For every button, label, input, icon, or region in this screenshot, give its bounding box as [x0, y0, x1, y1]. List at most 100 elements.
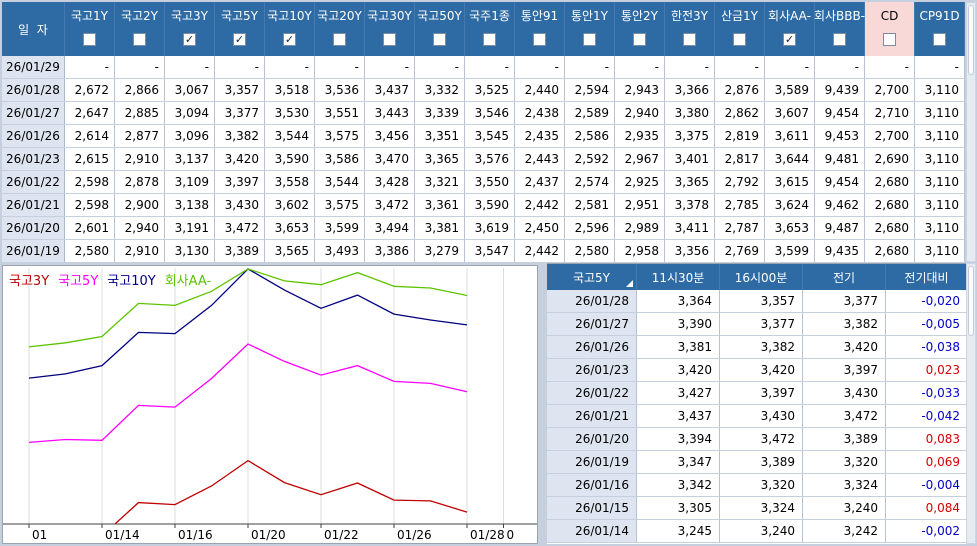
table-cell: 2,647 — [65, 102, 115, 124]
column-checkbox[interactable] — [933, 33, 946, 46]
table-row[interactable]: 26/01/21 3,437 3,430 3,472 -0,042 — [547, 405, 968, 428]
diff-cell: -0,004 — [886, 474, 968, 496]
column-checkbox[interactable] — [583, 33, 596, 46]
top-table-scrollbar-thumb[interactable] — [968, 5, 974, 75]
table-cell: 3,377 — [803, 290, 886, 312]
column-header-label: 통안1Y — [570, 9, 609, 23]
table-cell: 3,375 — [665, 125, 715, 147]
column-checkbox[interactable] — [433, 33, 446, 46]
diff-cell: -0,038 — [886, 336, 968, 358]
table-row[interactable]: 26/01/19 3,347 3,389 3,320 0,069 — [547, 451, 968, 474]
column-checkbox[interactable] — [483, 33, 496, 46]
table-cell: 3,590 — [265, 148, 315, 170]
table-cell: 3,365 — [665, 171, 715, 193]
column-header-label: 국고3Y — [170, 9, 209, 23]
column-checkbox[interactable] — [883, 33, 896, 46]
table-row[interactable]: 26/01/26 2,614 2,877 3,096 3,382 3,544 3,575 3,… — [2, 125, 965, 148]
table-cell: 2,876 — [715, 79, 765, 101]
column-header-label: 국고10Y — [267, 9, 312, 23]
table-cell: 3,381 — [415, 217, 465, 239]
column-checkbox[interactable] — [633, 33, 646, 46]
table-cell: 3,357 — [215, 79, 265, 101]
row-date: 26/01/14 — [547, 520, 637, 542]
column-header-label: 회사BBB- — [813, 9, 866, 23]
table-row[interactable]: 26/01/15 3,305 3,324 3,240 0,084 — [547, 497, 968, 520]
table-cell: 2,878 — [115, 171, 165, 193]
column-header: 통안1Y — [565, 2, 615, 56]
table-row[interactable]: 26/01/27 3,390 3,377 3,382 -0,005 — [547, 313, 968, 336]
table-cell: 2,435 — [515, 125, 565, 147]
table-cell: 2,910 — [115, 148, 165, 170]
table-cell: 3,377 — [720, 313, 803, 335]
column-checkbox[interactable] — [683, 33, 696, 46]
table-row[interactable]: 26/01/27 2,647 2,885 3,094 3,377 3,530 3,551 3,… — [2, 102, 965, 125]
column-checkbox[interactable] — [733, 33, 746, 46]
table-row[interactable]: 26/01/26 3,381 3,382 3,420 -0,038 — [547, 336, 968, 359]
diff-cell: -0,005 — [886, 313, 968, 335]
table-row[interactable]: 26/01/20 3,394 3,472 3,389 0,083 — [547, 428, 968, 451]
table-cell: 2,943 — [615, 79, 665, 101]
table-cell: 2,885 — [115, 102, 165, 124]
column-header-label: CP91D — [919, 9, 960, 23]
table-cell: 2,586 — [565, 125, 615, 147]
column-checkbox[interactable]: ✓ — [783, 33, 796, 46]
table-cell: 9,439 — [815, 79, 865, 101]
table-cell: 2,785 — [715, 194, 765, 216]
table-cell: 2,614 — [65, 125, 115, 147]
column-checkbox[interactable] — [833, 33, 846, 46]
column-checkbox[interactable] — [333, 33, 346, 46]
table-cell: 3,242 — [803, 520, 886, 542]
table-cell: 2,437 — [515, 171, 565, 193]
table-cell: - — [115, 56, 165, 78]
detail-table-scrollbar[interactable] — [966, 263, 976, 544]
table-row[interactable]: 26/01/28 3,364 3,357 3,377 -0,020 — [547, 290, 968, 313]
table-row[interactable]: 26/01/23 3,420 3,420 3,397 0,023 — [547, 359, 968, 382]
table-cell: 2,877 — [115, 125, 165, 147]
table-row[interactable]: 26/01/22 2,598 2,878 3,109 3,397 3,558 3,544 3,… — [2, 171, 965, 194]
table-cell: 2,769 — [715, 240, 765, 262]
table-cell: 3,544 — [265, 125, 315, 147]
table-row[interactable]: 26/01/19 2,580 2,910 3,130 3,389 3,565 3,493 3,… — [2, 240, 965, 263]
table-cell: 3,137 — [165, 148, 215, 170]
table-row[interactable]: 26/01/21 2,598 2,900 3,138 3,430 3,602 3,575 3,… — [2, 194, 965, 217]
table-cell: 2,596 — [565, 217, 615, 239]
table-row[interactable]: 26/01/23 2,615 2,910 3,137 3,420 3,590 3,586 3,… — [2, 148, 965, 171]
table-cell: - — [465, 56, 515, 78]
table-cell: 3,351 — [415, 125, 465, 147]
table-cell: 3,305 — [637, 497, 720, 519]
table-cell: 2,958 — [615, 240, 665, 262]
top-table-scrollbar[interactable] — [966, 2, 976, 262]
table-cell: 3,576 — [465, 148, 515, 170]
table-row[interactable]: 26/01/28 2,672 2,866 3,067 3,357 3,518 3,536 3,… — [2, 79, 965, 102]
table-cell: 2,951 — [615, 194, 665, 216]
table-cell: - — [365, 56, 415, 78]
column-checkbox[interactable] — [533, 33, 546, 46]
table-cell: 9,481 — [815, 148, 865, 170]
table-cell: 3,361 — [415, 194, 465, 216]
table-row[interactable]: 26/01/14 3,245 3,240 3,242 -0,002 — [547, 520, 968, 543]
column-header: 통안2Y — [615, 2, 665, 56]
column-checkbox[interactable]: ✓ — [183, 33, 196, 46]
table-row[interactable]: 26/01/22 3,427 3,397 3,430 -0,033 — [547, 382, 968, 405]
column-checkbox[interactable] — [133, 33, 146, 46]
column-checkbox[interactable] — [383, 33, 396, 46]
column-checkbox[interactable]: ✓ — [283, 33, 296, 46]
table-cell: 2,680 — [865, 194, 915, 216]
column-header: 국고5Y ✓ — [215, 2, 265, 56]
axis-tick-label: 01 — [32, 528, 47, 542]
rates-table-header: 일 자 국고1Y 국고2Y 국고3Y ✓ 국고5Y ✓ 국고10Y ✓ 국고20Y 국고30Y 국고… — [2, 2, 965, 56]
column-checkbox[interactable] — [83, 33, 96, 46]
table-cell: 3,067 — [165, 79, 215, 101]
table-cell: 3,357 — [720, 290, 803, 312]
table-row[interactable]: 26/01/16 3,342 3,320 3,324 -0,004 — [547, 474, 968, 497]
table-cell: 2,592 — [565, 148, 615, 170]
detail-table-scrollbar-thumb[interactable] — [968, 266, 974, 336]
table-row[interactable]: 26/01/29- - - - - - - - - - - - - - - - - - — [2, 56, 965, 79]
table-cell: 3,624 — [765, 194, 815, 216]
detail-column-selector[interactable]: 국고5Y — [547, 264, 637, 290]
column-header: 회사BBB- — [813, 2, 866, 56]
table-row[interactable]: 26/01/20 2,601 2,940 3,191 3,472 3,653 3,599 3,… — [2, 217, 965, 240]
column-checkbox[interactable]: ✓ — [233, 33, 246, 46]
row-date: 26/01/29 — [2, 56, 65, 78]
table-cell: 2,700 — [865, 79, 915, 101]
